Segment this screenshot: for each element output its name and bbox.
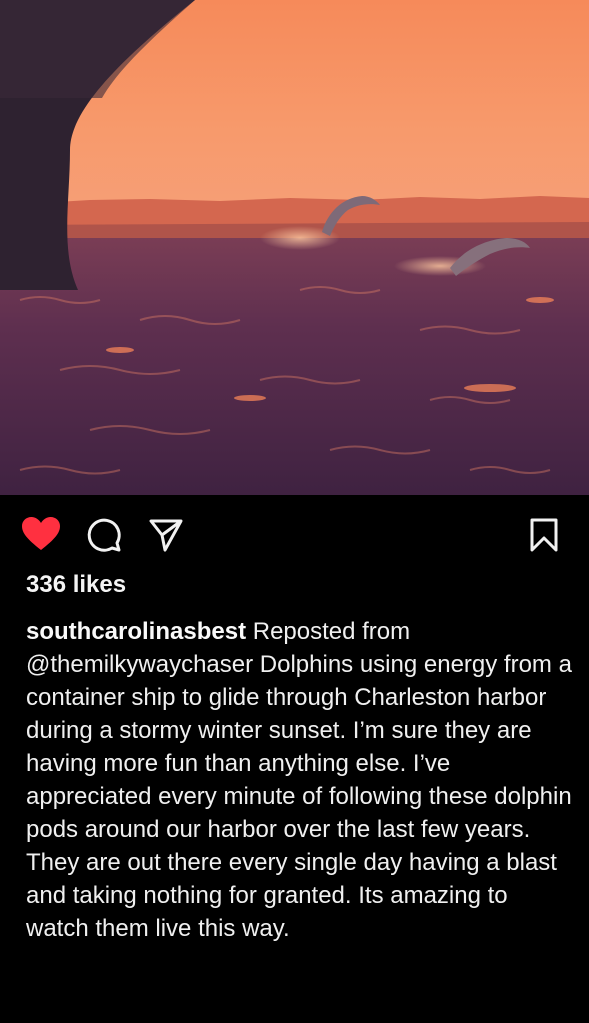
- caption-mention-link[interactable]: @themilkywaychaser: [26, 651, 253, 678]
- heart-icon[interactable]: [22, 517, 60, 556]
- comment-icon[interactable]: [86, 517, 122, 558]
- like-count[interactable]: 336 likes: [26, 571, 126, 599]
- share-icon[interactable]: [148, 517, 184, 558]
- caption-intro: Reposted from: [246, 618, 411, 645]
- caption-body: Dolphins using energy from a container s…: [26, 651, 572, 942]
- caption-username[interactable]: southcarolinasbest: [26, 618, 246, 645]
- bookmark-icon[interactable]: [529, 517, 559, 558]
- action-bar: [0, 495, 589, 570]
- post-image[interactable]: [0, 0, 589, 495]
- post-caption: southcarolinasbest Reposted from @themil…: [26, 615, 574, 945]
